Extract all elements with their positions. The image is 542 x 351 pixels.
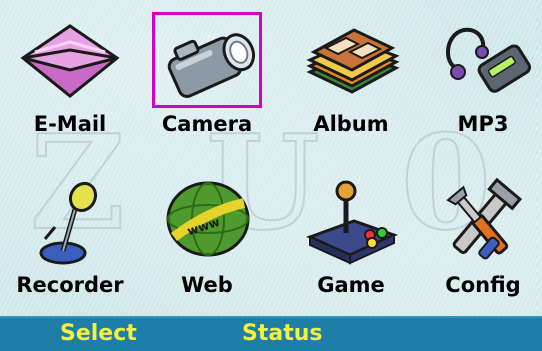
menu-item-label: MP3 — [457, 112, 509, 136]
menu-item-label: Config — [445, 273, 521, 297]
microphone-icon — [39, 181, 98, 265]
joystick-icon — [306, 180, 399, 265]
photo-album-icon — [306, 28, 400, 94]
menu-item-label: Album — [313, 112, 389, 136]
menu-item-album[interactable]: Album — [291, 12, 411, 162]
selection-highlight — [152, 12, 262, 108]
envelope-icon — [20, 24, 120, 98]
status-softkey[interactable]: Status — [242, 321, 322, 346]
menu-item-game[interactable]: Game — [291, 175, 411, 325]
select-softkey[interactable]: Select — [60, 321, 137, 346]
mp3-player-icon — [446, 27, 532, 93]
menu-item-config[interactable]: Config — [423, 175, 542, 325]
app-grid: E-Mail Camera Album MP3 Recorder www Web… — [0, 0, 542, 312]
phone-menu-screen: Z U 0 2 E-Mail — [0, 0, 542, 351]
menu-item-email[interactable]: E-Mail — [10, 12, 130, 162]
menu-item-camera[interactable]: Camera — [147, 12, 267, 162]
menu-item-label: Recorder — [16, 273, 124, 297]
globe-icon: www — [166, 181, 250, 257]
menu-item-label: Web — [181, 273, 233, 297]
menu-item-label: Game — [317, 273, 385, 297]
menu-item-mp3[interactable]: MP3 — [423, 12, 542, 162]
menu-item-web[interactable]: www Web — [147, 175, 267, 325]
menu-item-label: E-Mail — [33, 112, 107, 136]
softkey-bar: Select Status — [0, 316, 542, 351]
menu-item-recorder[interactable]: Recorder — [10, 175, 130, 325]
menu-item-label: Camera — [161, 112, 253, 136]
tools-icon — [446, 177, 523, 260]
